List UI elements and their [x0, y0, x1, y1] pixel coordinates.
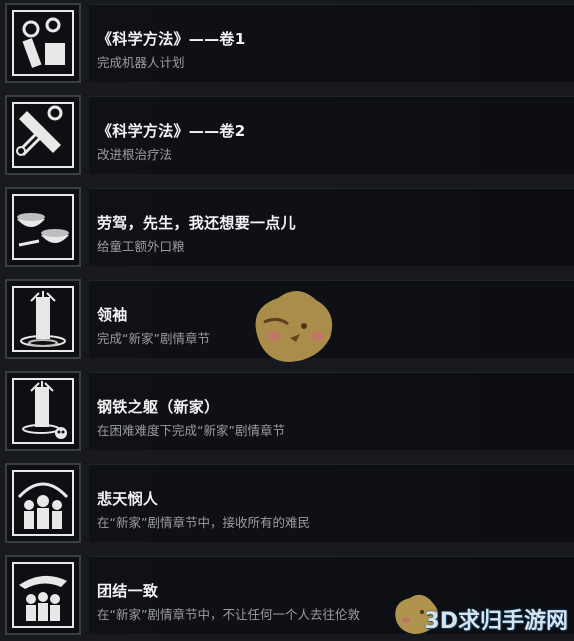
achievement-text-panel: 钢铁之躯（新家） 在困难难度下完成“新家”剧情章节 — [89, 372, 574, 450]
achievement-row[interactable]: 劳驾，先生，我还想要一点儿 给童工额外口粮 — [0, 184, 574, 272]
achievement-description: 完成机器人计划 — [97, 55, 185, 70]
achievement-title: 劳驾，先生，我还想要一点儿 — [97, 214, 296, 232]
achievement-title: 悲天悯人 — [97, 490, 159, 508]
achievement-description: 在困难难度下完成“新家”剧情章节 — [97, 423, 285, 438]
achievement-row[interactable]: 悲天悯人 在“新家”剧情章节中，接收所有的难民 — [0, 460, 574, 548]
mascot-bird-watermark — [255, 290, 333, 362]
achievement-row[interactable]: 《科学方法》——卷2 改进根治疗法 — [0, 92, 574, 180]
achievement-icon-frame — [5, 95, 81, 175]
achievement-title: 《科学方法》——卷2 — [97, 122, 246, 140]
achievement-icon-frame — [5, 187, 81, 267]
achievement-title: 领袖 — [97, 306, 128, 324]
refugees-crowd-icon — [12, 470, 74, 536]
achievement-description: 给童工额外口粮 — [97, 239, 185, 254]
achievement-icon-frame — [5, 371, 81, 451]
food-bowls-icon — [12, 194, 74, 260]
achievement-icon-frame — [5, 463, 81, 543]
achievement-title: 《科学方法》——卷1 — [97, 30, 246, 48]
achievement-text-panel: 劳驾，先生，我还想要一点儿 给童工额外口粮 — [89, 188, 574, 266]
achievement-text-panel: 《科学方法》——卷1 完成机器人计划 — [89, 4, 574, 82]
robot-arm-gears-icon — [12, 10, 74, 76]
generator-tower-icon — [12, 286, 74, 352]
achievement-icon-frame — [5, 555, 81, 635]
generator-skull-icon — [12, 378, 74, 444]
protecting-hand-crowd-icon — [12, 562, 74, 628]
achievement-title: 钢铁之躯（新家） — [97, 398, 220, 416]
achievement-description: 在“新家”剧情章节中，不让任何一个人去往伦敦 — [97, 607, 360, 622]
achievement-text-panel: 悲天悯人 在“新家”剧情章节中，接收所有的难民 — [89, 464, 574, 542]
achievement-text-panel: 《科学方法》——卷2 改进根治疗法 — [89, 96, 574, 174]
achievement-icon-frame — [5, 3, 81, 83]
achievement-description: 改进根治疗法 — [97, 147, 173, 162]
site-watermark: 3D求归手游网 — [424, 609, 568, 634]
achievement-icon-frame — [5, 279, 81, 359]
achievement-row[interactable]: 《科学方法》——卷1 完成机器人计划 — [0, 0, 574, 88]
achievement-title: 团结一致 — [97, 582, 159, 600]
achievement-description: 在“新家”剧情章节中，接收所有的难民 — [97, 515, 310, 530]
achievement-row[interactable]: 钢铁之躯（新家） 在困难难度下完成“新家”剧情章节 — [0, 368, 574, 456]
achievement-description: 完成“新家”剧情章节 — [97, 331, 210, 346]
saw-scissors-icon — [12, 102, 74, 168]
